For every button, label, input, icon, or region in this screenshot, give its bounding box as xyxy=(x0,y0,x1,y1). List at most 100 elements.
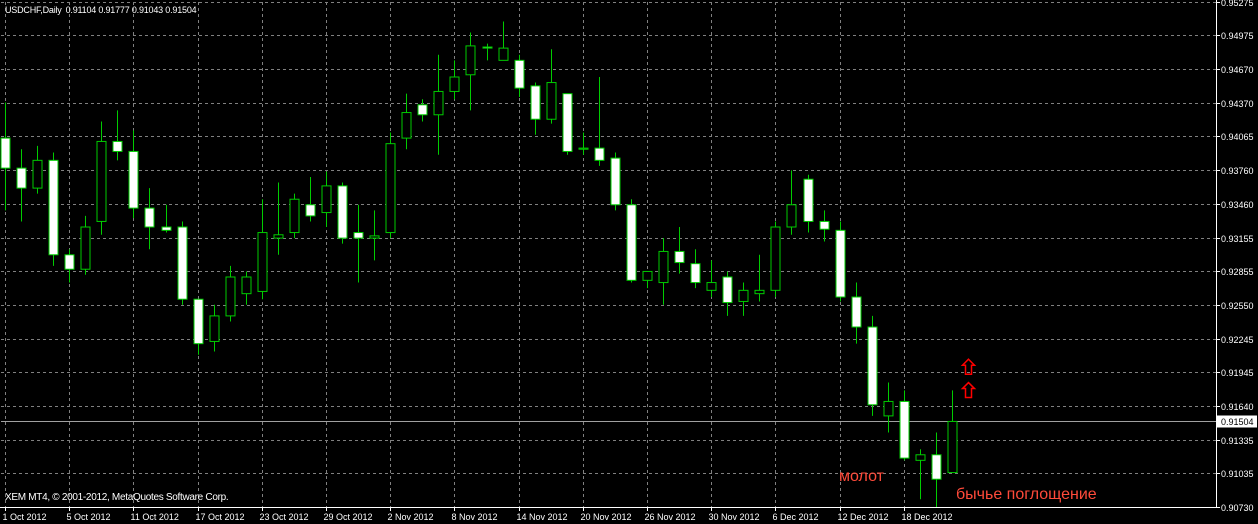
candle xyxy=(674,227,685,274)
time-label: 17 Oct 2012 xyxy=(196,512,245,522)
candles xyxy=(0,21,958,507)
time-label: 2 Nov 2012 xyxy=(388,512,434,522)
price-label: 0.91335 xyxy=(1221,436,1254,446)
candle-body-bull xyxy=(209,315,220,342)
high-value: 0.91777 xyxy=(98,5,130,15)
candle-body-bull xyxy=(433,90,444,116)
candle-body-bull xyxy=(883,400,894,417)
candle xyxy=(64,249,75,283)
price-label: 0.94670 xyxy=(1221,65,1254,75)
candle xyxy=(867,315,878,416)
candle-body-bull xyxy=(80,226,91,270)
time-label: 18 Dec 2012 xyxy=(902,512,953,522)
candle xyxy=(193,298,204,355)
price-label: 0.94370 xyxy=(1221,99,1254,109)
price-label: 0.95275 xyxy=(1221,0,1254,8)
candle xyxy=(770,221,781,297)
time-label: 29 Oct 2012 xyxy=(324,512,373,522)
candle-body-bull xyxy=(947,420,958,474)
candle-body-bull xyxy=(658,250,669,284)
candle-body-bull xyxy=(915,454,926,461)
candle xyxy=(883,382,894,433)
candle xyxy=(80,215,91,275)
candle-body-bear xyxy=(626,204,637,281)
candle xyxy=(337,182,348,244)
candle xyxy=(385,132,396,239)
symbol-label: USDCHF,Daily xyxy=(5,5,62,15)
candle xyxy=(161,204,172,233)
candle-body-bear xyxy=(867,326,878,406)
price-label: 0.94065 xyxy=(1221,132,1254,142)
candle xyxy=(530,82,541,135)
candle-body-bull xyxy=(385,143,396,234)
candlestick-chart[interactable]: 0.91504 0.95275 0.94975 0.94670 0.94370 0.94… xyxy=(0,0,1258,524)
price-label: 0.94975 xyxy=(1221,31,1254,41)
candle xyxy=(642,270,653,289)
price-label: 0.93155 xyxy=(1221,234,1254,244)
candle xyxy=(112,110,123,161)
candle-body-bear xyxy=(305,204,316,217)
candle-body-bull xyxy=(449,76,460,92)
price-label: 0.91035 xyxy=(1221,469,1254,479)
time-label: 11 Oct 2012 xyxy=(131,512,179,522)
candle-body-bear xyxy=(16,167,27,189)
candle xyxy=(32,145,43,194)
candle xyxy=(482,43,493,61)
candle xyxy=(209,304,220,352)
candle-body-bear xyxy=(482,46,493,49)
time-label: 26 Nov 2012 xyxy=(645,512,696,522)
up-arrow-icon xyxy=(960,381,977,399)
candle-body-bear xyxy=(161,226,172,231)
candle-body-bear xyxy=(803,178,814,222)
time-label: 20 Nov 2012 xyxy=(581,512,632,522)
time-label: 8 Nov 2012 xyxy=(452,512,498,522)
symbol-info: USDCHF,Daily 0.91104 0.91777 0.91043 0.91… xyxy=(5,5,197,15)
candle xyxy=(722,271,733,316)
candle xyxy=(128,130,139,219)
candle xyxy=(851,282,862,344)
candle-body-bear xyxy=(610,157,621,206)
candle xyxy=(369,210,380,261)
open-value: 0.91104 xyxy=(65,5,97,15)
candle xyxy=(273,182,284,255)
candle-body-bull xyxy=(465,45,476,76)
candle-body-bear xyxy=(417,104,428,116)
candle-body-bull xyxy=(32,159,43,189)
candle-body-bull xyxy=(642,270,653,281)
time-label: 12 Dec 2012 xyxy=(838,512,889,522)
candle-body-bear xyxy=(899,400,910,459)
candle-body-bear xyxy=(128,150,139,209)
time-label: 14 Nov 2012 xyxy=(517,512,568,522)
up-arrow-icon xyxy=(960,358,977,375)
candle xyxy=(803,174,814,233)
candle xyxy=(417,99,428,122)
candle-body-bull xyxy=(578,147,589,150)
hammer-annotation: молот xyxy=(839,468,884,485)
candle xyxy=(706,260,717,297)
candle xyxy=(48,152,59,266)
candle-body-bull xyxy=(241,276,252,295)
candle-body-bear xyxy=(337,185,348,239)
candle xyxy=(16,149,27,222)
current-price-label: 0.91504 xyxy=(1221,417,1254,427)
price-label: 0.90730 xyxy=(1221,503,1254,513)
candle-body-bull xyxy=(273,234,284,239)
candle-body-bear xyxy=(819,220,830,230)
time-label: 1 Oct 2012 xyxy=(3,512,47,522)
copyright-text: XEM MT4, © 2001-2012, MetaQuotes Softwar… xyxy=(5,492,229,503)
price-axis-labels: 0.95275 0.94975 0.94670 0.94370 0.94065 0.937… xyxy=(1221,0,1254,513)
candle xyxy=(289,193,300,239)
candle-body-bear xyxy=(514,59,525,89)
price-label: 0.91640 xyxy=(1221,402,1254,412)
candle xyxy=(738,282,749,316)
candle xyxy=(177,221,188,305)
candle xyxy=(786,170,797,235)
candle-body-bull xyxy=(706,282,717,291)
candle-body-bull xyxy=(257,232,268,292)
candle-body-bear xyxy=(835,229,846,298)
candle xyxy=(449,60,460,100)
close-value: 0.91504 xyxy=(165,5,197,15)
time-label: 5 Oct 2012 xyxy=(67,512,111,522)
candle-body-bear xyxy=(674,250,685,264)
time-label: 6 Dec 2012 xyxy=(773,512,819,522)
